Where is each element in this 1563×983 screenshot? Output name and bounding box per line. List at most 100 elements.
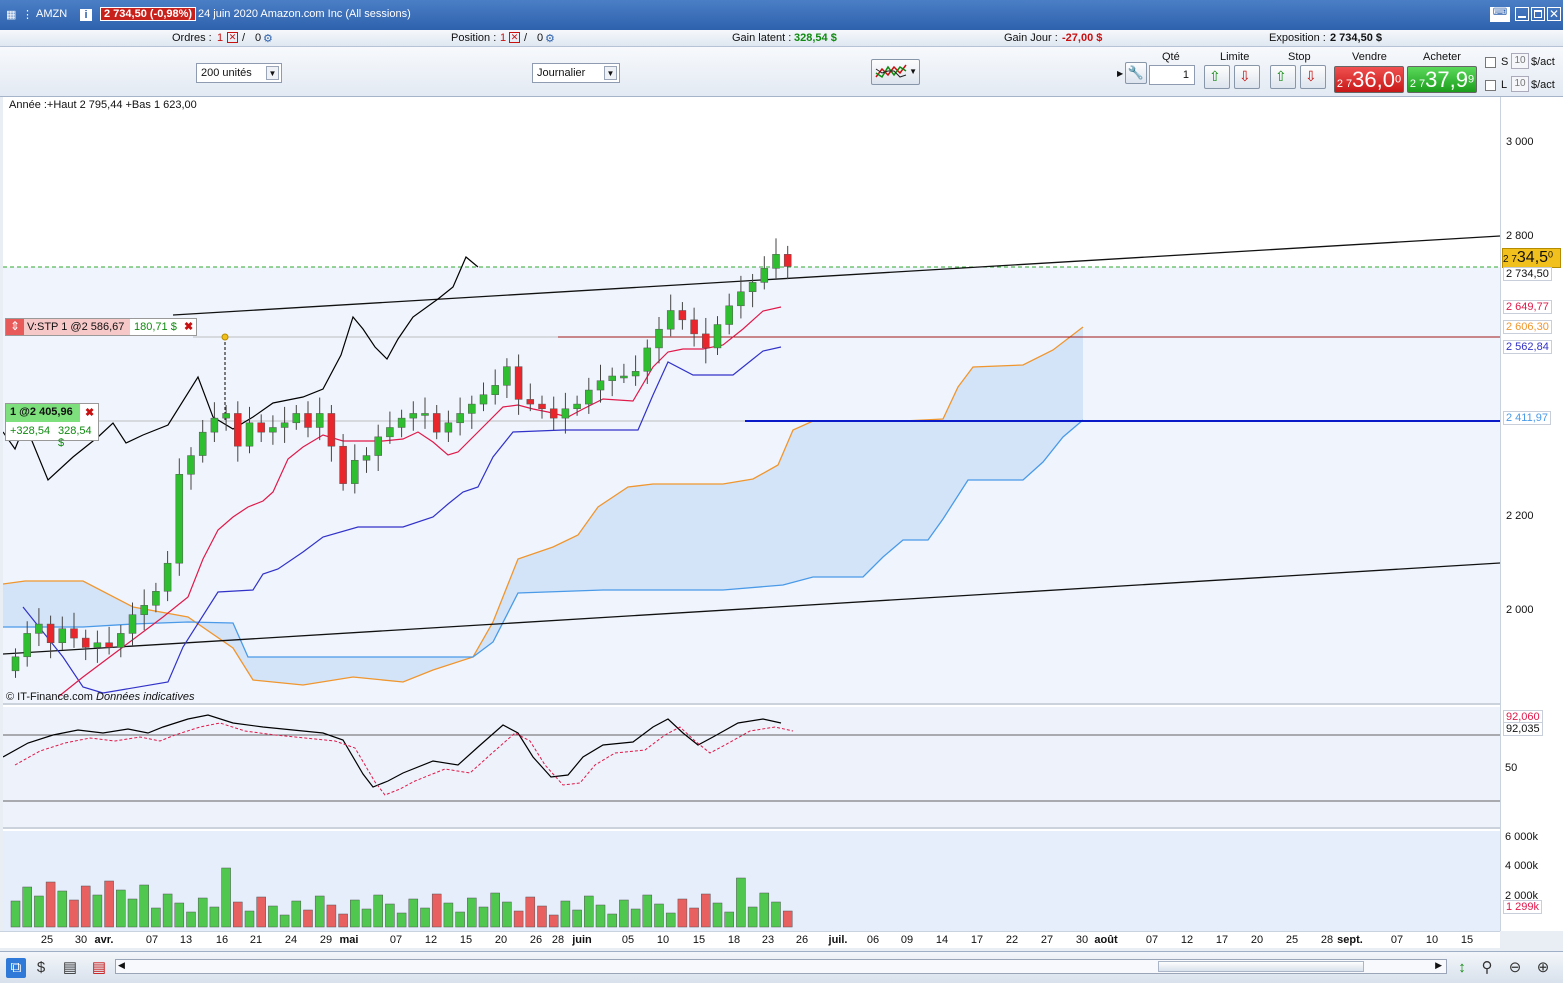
drag-handle-icon[interactable]: ⇕ xyxy=(6,319,24,335)
sell-button[interactable]: 2 736,00 xyxy=(1334,66,1404,93)
volume-bar xyxy=(80,885,91,928)
qty-input[interactable]: 1 xyxy=(1149,65,1195,85)
indicators-button[interactable]: ▼ xyxy=(871,59,920,85)
x-tick-label: sept. xyxy=(1337,934,1363,946)
wrench-icon[interactable]: 🔧 xyxy=(1125,62,1147,84)
volume-bar xyxy=(467,897,477,928)
share-icon[interactable]: ⧉ xyxy=(6,958,26,978)
zoom-in-icon[interactable]: ⊕ xyxy=(1533,958,1553,978)
dollar-settings-icon[interactable]: $ xyxy=(31,958,51,978)
candle-down xyxy=(549,408,558,419)
stop-buy-button[interactable]: ⇧ xyxy=(1270,65,1296,89)
close-button[interactable]: ✕ xyxy=(1547,7,1561,21)
zoom-area-icon[interactable]: ⚲ xyxy=(1477,958,1497,978)
close-position-icon[interactable]: ✖ xyxy=(85,406,94,419)
volume-bar xyxy=(701,893,711,928)
horizontal-scrollbar[interactable]: ◀ ▶ xyxy=(115,959,1447,974)
volume-bar xyxy=(116,889,126,928)
volume-bar xyxy=(619,899,629,928)
volume-bar xyxy=(736,877,746,928)
candle-up xyxy=(175,474,184,564)
position-zero[interactable]: 0 xyxy=(537,32,543,44)
volume-bar xyxy=(443,902,454,928)
candle-up xyxy=(117,633,125,648)
s-checkbox[interactable] xyxy=(1485,57,1496,68)
keyboard-icon[interactable]: ⌨ xyxy=(1490,7,1510,22)
time-axis[interactable]: 25 30 avr. 07 13 16 21 24 29 mai 07 12 15 20 26 28 juin 0… xyxy=(0,931,1500,948)
orders-zero[interactable]: 0 xyxy=(255,32,261,44)
candle-up xyxy=(468,403,476,414)
units-select[interactable]: 200 unités ▼ xyxy=(196,63,282,83)
y-tick: 2 200 xyxy=(1506,510,1534,522)
limit-sell-button[interactable]: ⇩ xyxy=(1234,65,1260,89)
stop-order-tag[interactable]: ⇕ V:STP 1 @2 586,67 180,71 $ ✖ xyxy=(5,318,197,336)
x-tick-label: 09 xyxy=(900,934,914,946)
candle-down xyxy=(339,445,347,484)
position-count[interactable]: 1 xyxy=(500,32,506,44)
candle-up xyxy=(479,394,488,405)
position-cancel-icon[interactable]: ✕ xyxy=(509,32,520,43)
candle-down xyxy=(257,422,265,433)
price-chart[interactable] xyxy=(3,97,1500,931)
candle-up xyxy=(772,254,780,269)
x-tick-label: 10 xyxy=(656,934,670,946)
candle-up xyxy=(561,408,570,419)
volume-bar xyxy=(186,911,196,928)
candle-up xyxy=(737,291,745,307)
minimize-button[interactable] xyxy=(1515,7,1529,21)
candle-down xyxy=(690,319,698,335)
chart-area[interactable]: Année :+Haut 2 795,44 +Bas 1 623,00 ⇕ V:… xyxy=(3,97,1500,931)
orders-settings-icon[interactable]: ⚙ xyxy=(263,32,273,45)
orders-count[interactable]: 1 xyxy=(217,32,223,44)
scroll-left-icon[interactable]: ◀ xyxy=(118,960,125,971)
candle-up xyxy=(631,371,640,377)
x-tick-label: 10 xyxy=(1425,934,1439,946)
list-icon[interactable]: ▤ xyxy=(60,958,80,978)
vol-tick: 4 000k xyxy=(1505,860,1539,872)
y-label-tenkan: 2 649,77 xyxy=(1503,300,1552,314)
stop-sell-button[interactable]: ⇩ xyxy=(1300,65,1326,89)
limit-buy-button[interactable]: ⇧ xyxy=(1204,65,1230,89)
scroll-thumb[interactable] xyxy=(1158,961,1364,972)
volume-bar xyxy=(314,895,325,928)
volume-bar xyxy=(22,886,32,928)
info-icon[interactable]: i xyxy=(80,9,92,21)
watermark: © IT-Finance.com Données indicatives xyxy=(6,691,195,703)
volume-bar xyxy=(57,890,68,928)
volume-bar xyxy=(373,894,383,928)
chart-header: Année :+Haut 2 795,44 +Bas 1 623,00 xyxy=(9,99,197,111)
bottom-toolbar: ⧉ $ ▤ ▤ ◀ ▶ ↕ ⚲ ⊖ ⊕ xyxy=(0,951,1563,983)
arrow-up-icon: ⇧ xyxy=(1275,68,1287,84)
candle-up xyxy=(409,413,418,419)
buy-button[interactable]: 2 737,99 xyxy=(1407,66,1477,93)
orders-list-icon[interactable]: ▤ xyxy=(89,958,109,978)
s-value[interactable]: 10 xyxy=(1511,53,1529,69)
scroll-right-icon[interactable]: ▶ xyxy=(1435,960,1442,971)
candle-up xyxy=(444,422,453,433)
position-settings-icon[interactable]: ⚙ xyxy=(545,32,555,45)
volume-bar xyxy=(338,913,348,928)
volume-bar xyxy=(209,906,220,928)
volume-bar xyxy=(326,904,337,928)
l-checkbox[interactable] xyxy=(1485,80,1496,91)
volume-bar xyxy=(759,892,770,928)
period-select[interactable]: Journalier ▼ xyxy=(532,63,620,83)
zoom-fit-icon[interactable]: ↕ xyxy=(1452,958,1472,978)
candle-up xyxy=(58,628,67,644)
x-tick-label: 25 xyxy=(1285,934,1299,946)
volume-bar xyxy=(455,911,465,928)
price-axis[interactable]: 3 000 2 800 2 200 2 000 2 734,50 2 734,5… xyxy=(1500,97,1563,931)
position-tag[interactable]: 1 @2 405,96 ✖ +328,54 328,54 $ xyxy=(5,403,99,449)
maximize-button[interactable] xyxy=(1531,7,1545,21)
panel-toggle-icon[interactable]: ▶ xyxy=(1117,69,1123,78)
volume-bar xyxy=(712,902,723,928)
y-label-kijun: 2 562,84 xyxy=(1503,340,1552,354)
current-price-tag: 2 734,50 xyxy=(1502,248,1561,268)
cancel-order-icon[interactable]: ✖ xyxy=(184,320,193,333)
zoom-out-icon[interactable]: ⊖ xyxy=(1505,958,1525,978)
volume-bar xyxy=(104,880,114,928)
candle-up xyxy=(456,413,464,424)
l-value[interactable]: 10 xyxy=(1511,76,1529,92)
chevron-down-icon: ▼ xyxy=(266,66,279,80)
orders-cancel-icon[interactable]: ✕ xyxy=(227,32,238,43)
